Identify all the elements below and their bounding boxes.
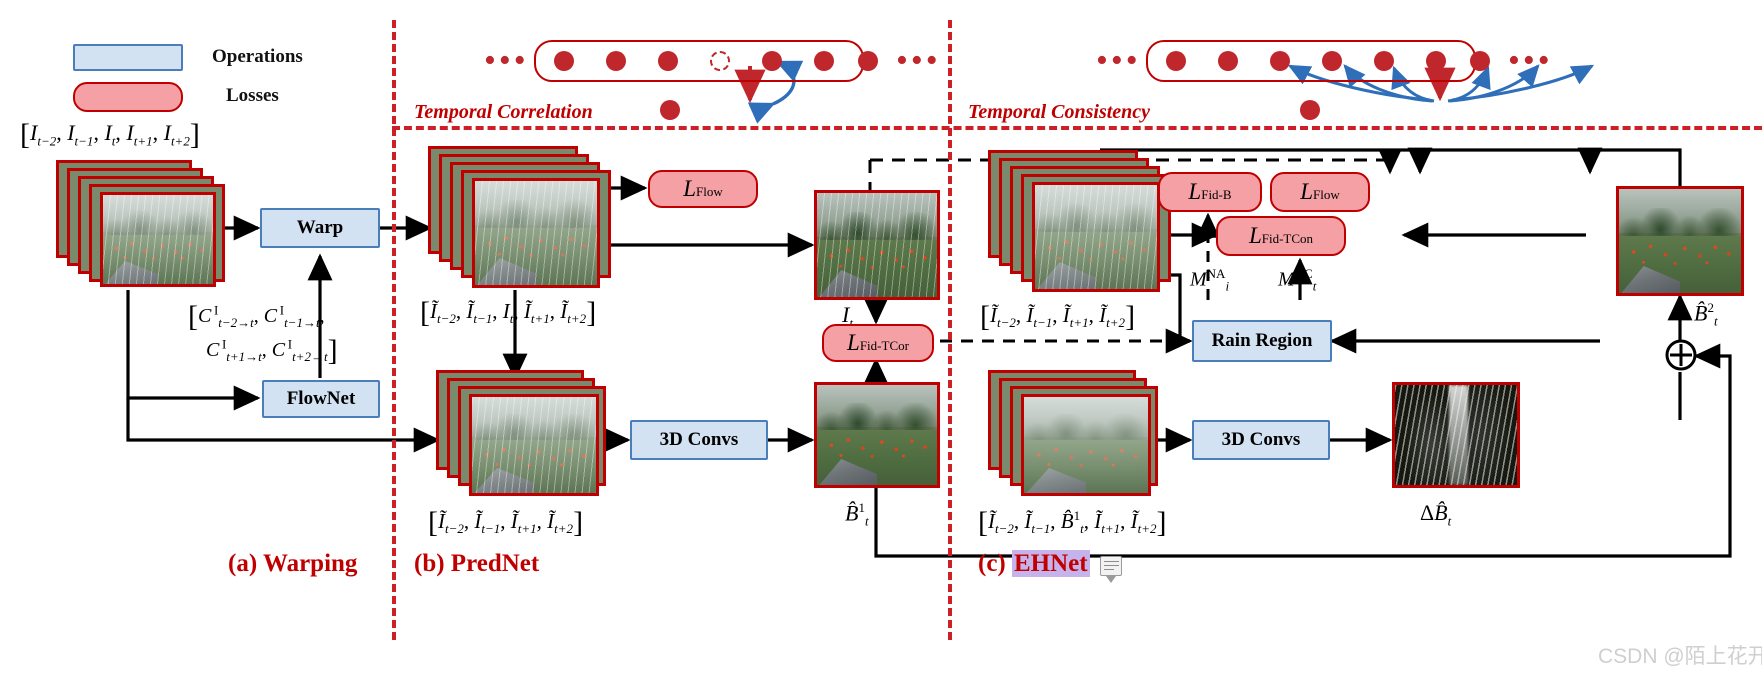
- seq-right-dot-2: [1270, 51, 1290, 71]
- thumb-it: [814, 190, 940, 300]
- seq-right-dot-0: [1166, 51, 1186, 71]
- seq-left-dot-4: [762, 51, 782, 71]
- caption-a-warping: (a) Warping: [228, 550, 358, 577]
- label-ehnet-bottom-sequence: [Ĩt−2, Ĩt−1, B̂1t, Ĩt+1, Ĩt+2]: [978, 506, 1167, 539]
- label-ehnet-top-sequence: [Ĩt−2, Ĩt−1, Ĩt+1, Ĩt+2]: [980, 300, 1136, 333]
- caption-c-prefix: (c): [978, 550, 1012, 577]
- caption-c-ehnet: (c) EHNet: [978, 550, 1090, 578]
- comment-line-2: [1104, 565, 1119, 566]
- legend-losses-swatch: [73, 82, 183, 112]
- comment-bubble-icon[interactable]: [1100, 556, 1122, 583]
- seq-right-dot-4: [1374, 51, 1394, 71]
- ehnet-bottom-front: [1021, 394, 1151, 496]
- thumb-delta-b: [1392, 382, 1520, 488]
- divider-a-b: [392, 20, 396, 640]
- label-mask-na: MNAi: [1190, 266, 1230, 294]
- figure-root: Operations Losses ••• ••• Temporal Corre…: [0, 0, 1762, 679]
- seq-left-dot-6: [858, 51, 878, 71]
- loss-flow-b-subscript: Flow: [696, 184, 723, 199]
- op-flownet[interactable]: FlowNet: [262, 380, 380, 418]
- thumb-rain-streaks: [472, 397, 596, 493]
- thumb-rain-streaks: [103, 195, 213, 284]
- op-3dconvs-c[interactable]: 3D Convs: [1192, 420, 1330, 460]
- loss-fid-tcon-subscript: Fid-TCon: [1261, 231, 1314, 246]
- label-delta-bhat: ΔB̂t: [1420, 500, 1452, 529]
- seq-left-dot-0: [554, 51, 574, 71]
- seq-left-ellipsis-start: •••: [484, 42, 529, 79]
- watermark: CSDN @陌上花开: [1598, 645, 1762, 668]
- thumb-residual-streak: [1448, 385, 1469, 485]
- label-bhat2: B̂2t: [1694, 300, 1718, 329]
- seq-right-ellipsis-end: •••: [1508, 42, 1553, 79]
- thumb-bhat1: [814, 382, 940, 488]
- legend-losses-label: Losses: [226, 85, 279, 106]
- loss-flow-b[interactable]: L Flow: [648, 170, 758, 208]
- seq-left-dot-current-hollow: [710, 51, 730, 71]
- op-rain-region[interactable]: Rain Region: [1192, 320, 1332, 362]
- label-mask-nc: MNCt: [1278, 266, 1317, 294]
- caption-b-prednet: (b) PredNet: [414, 550, 540, 577]
- legend-operations-label: Operations: [212, 46, 303, 67]
- section-title-temporal-consistency: Temporal Consistency: [968, 101, 1151, 123]
- thumb-bhat2-output: [1616, 186, 1744, 296]
- prednet-input-front: [469, 394, 599, 496]
- seq-left-dot-below: [660, 100, 680, 120]
- thumb-rain-streaks: [817, 193, 937, 297]
- input-frame-front: [100, 192, 216, 287]
- seq-right-dot-below: [1300, 100, 1320, 120]
- warped-frame-front: [472, 178, 600, 288]
- loss-fid-b[interactable]: L Fid-B: [1158, 172, 1262, 212]
- label-bhat1: B̂1t: [845, 500, 869, 529]
- section-title-temporal-correlation: Temporal Correlation: [414, 101, 593, 123]
- loss-fid-tcor[interactable]: L Fid-TCor: [822, 324, 934, 362]
- loss-fid-tcon[interactable]: L Fid-TCon: [1216, 216, 1346, 256]
- thumb-rain-streaks: [475, 181, 597, 285]
- thumb-haze: [1024, 397, 1148, 493]
- legend-operations-swatch: [73, 44, 183, 71]
- seq-left-dot-5: [814, 51, 834, 71]
- seq-right-ellipsis-start: •••: [1096, 42, 1141, 79]
- label-warped-sequence: [Ĩt−2, Ĩt−1, It, Ĩt+1, Ĩt+2]: [420, 296, 597, 329]
- divider-top: [392, 126, 1762, 130]
- label-flow-sequence-line2: C It+1→t, C It+2→t]: [206, 334, 338, 367]
- seq-right-dot-3: [1322, 51, 1342, 71]
- label-flow-sequence-line1: [C It−2→t, C It−1→t,: [188, 300, 325, 333]
- seq-right-dot-1: [1218, 51, 1238, 71]
- op-warp[interactable]: Warp: [260, 208, 380, 248]
- loss-fid-b-subscript: Fid-B: [1201, 187, 1232, 202]
- seq-right-dot-5: [1426, 51, 1446, 71]
- seq-left-dot-1: [606, 51, 626, 71]
- seq-left-dot-2: [658, 51, 678, 71]
- caption-c-name: EHNet: [1012, 550, 1090, 577]
- comment-line-1: [1104, 561, 1119, 562]
- divider-b-c: [948, 20, 952, 640]
- loss-flow-c[interactable]: L Flow: [1270, 172, 1370, 212]
- label-input-sequence: [It−2, It−1, It, It+1, It+2]: [20, 118, 200, 151]
- thumb-rain-streaks: [1035, 185, 1157, 289]
- comment-line-3: [1104, 569, 1114, 570]
- loss-fid-tcor-subscript: Fid-TCor: [859, 338, 909, 353]
- ehnet-top-front: [1032, 182, 1160, 292]
- op-3dconvs-b[interactable]: 3D Convs: [630, 420, 768, 460]
- sum-node: [1665, 339, 1697, 371]
- loss-flow-c-subscript: Flow: [1313, 187, 1340, 202]
- label-prednet-input-sequence: [Ĩt−2, Ĩt−1, Ĩt+1, Ĩt+2]: [428, 506, 584, 539]
- seq-right-dot-6: [1470, 51, 1490, 71]
- seq-left-ellipsis-end: •••: [896, 42, 941, 79]
